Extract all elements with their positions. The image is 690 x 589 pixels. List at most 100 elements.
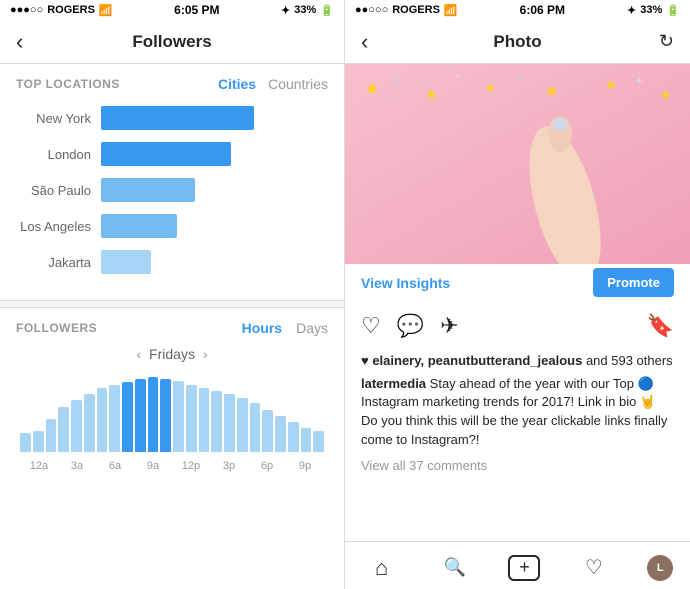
histogram-bar: [160, 379, 171, 452]
signal-dots-right: ●●○○○: [355, 4, 388, 16]
like-icon[interactable]: ♡: [361, 313, 381, 339]
histogram-bar: [122, 382, 133, 452]
histogram-time-label: 6p: [248, 460, 286, 472]
status-bar-carrier-area: ●●●○○ ROGERS 📶: [10, 4, 113, 17]
histogram-bar: [301, 428, 312, 452]
top-locations-header: TOP LOCATIONS Cities Countries: [0, 64, 344, 96]
battery-icon-right: 🔋: [666, 4, 680, 17]
svg-text:✦: ✦: [635, 76, 643, 87]
histogram-bar: [97, 388, 108, 452]
svg-text:★: ★: [545, 83, 558, 100]
carrier-left: ROGERS: [47, 4, 95, 16]
bar-label: Jakarta: [16, 255, 91, 270]
histogram-bar: [58, 407, 69, 452]
caption-area: ♥ elainery, peanutbutterand_jealous and …: [345, 347, 690, 454]
page-title-left: Followers: [132, 32, 211, 52]
svg-text:★: ★: [365, 81, 379, 98]
followers-section: FOLLOWERS Hours Days ‹ Fridays › 12a3a6a…: [0, 308, 344, 480]
tab-hours[interactable]: Hours: [242, 320, 282, 336]
tab-cities[interactable]: Cities: [218, 76, 256, 92]
bar-label: Los Angeles: [16, 219, 91, 234]
photo-area: ★ ✦ ★ ✦ ★ ✦ ★ ✦ ★ ✦ ★: [345, 64, 690, 264]
current-day-label: Fridays: [149, 346, 195, 362]
wifi-icon: 📶: [99, 4, 113, 17]
histogram-time-label: 3a: [58, 460, 96, 472]
next-day-button[interactable]: ›: [203, 346, 208, 362]
histogram-bar: [46, 419, 57, 452]
histogram-bar: [237, 398, 248, 452]
comment-icon[interactable]: 💬: [397, 313, 424, 339]
profile-avatar[interactable]: L: [647, 555, 673, 581]
status-bar-left: ●●●○○ ROGERS 📶 6:05 PM ✦ 33% 🔋: [0, 0, 344, 20]
action-icons-left: ♡ 💬 ✈: [361, 313, 459, 339]
battery-icon-left: 🔋: [320, 4, 334, 17]
bar-fill: [101, 106, 254, 130]
location-tabs: Cities Countries: [218, 76, 328, 92]
carrier-right: ROGERS: [392, 4, 440, 16]
histogram: [16, 372, 328, 452]
left-panel: ●●●○○ ROGERS 📶 6:05 PM ✦ 33% 🔋 ‹ Followe…: [0, 0, 345, 589]
bookmark-icon[interactable]: 🔖: [647, 313, 674, 339]
add-icon[interactable]: +: [508, 555, 540, 581]
histogram-bar: [262, 410, 273, 452]
bar-fill: [101, 250, 151, 274]
top-locations-label: TOP LOCATIONS: [16, 77, 120, 91]
bar-fill: [101, 178, 195, 202]
home-icon[interactable]: ⌂: [362, 555, 402, 581]
battery-left: 33%: [294, 4, 316, 16]
histogram-bar: [288, 422, 299, 452]
page-title-right: Photo: [493, 32, 541, 52]
bar-row: Jakarta: [16, 248, 328, 276]
view-comments-link[interactable]: View all 37 comments: [345, 454, 690, 477]
caption-username[interactable]: latermedia: [361, 376, 426, 391]
svg-text:✦: ✦: [455, 72, 462, 81]
nav-bar-left: ‹ Followers: [0, 20, 344, 64]
histogram-bar: [224, 394, 235, 452]
tab-days[interactable]: Days: [296, 320, 328, 336]
histogram-bar: [148, 377, 159, 452]
heart-icon[interactable]: ♡: [574, 555, 614, 580]
bar-fill: [101, 142, 231, 166]
histogram-time-label: 9p: [286, 460, 324, 472]
action-row: ♡ 💬 ✈ 🔖: [345, 305, 690, 347]
photo-image: ★ ✦ ★ ✦ ★ ✦ ★ ✦ ★ ✦ ★: [345, 64, 690, 264]
svg-text:★: ★: [660, 88, 671, 102]
prev-day-button[interactable]: ‹: [136, 346, 141, 362]
insights-row: View Insights Promote: [345, 264, 690, 305]
bar-row: Los Angeles: [16, 212, 328, 240]
bar-chart: New YorkLondonSão PauloLos AngelesJakart…: [0, 96, 344, 300]
back-button-right[interactable]: ‹: [361, 29, 368, 55]
share-icon[interactable]: ✈: [440, 313, 458, 339]
histogram-bar: [313, 431, 324, 452]
search-icon[interactable]: 🔍: [435, 557, 475, 578]
histogram-time-label: 3p: [210, 460, 248, 472]
battery-area-right: ✦ 33% 🔋: [627, 4, 680, 17]
nav-bar-right: ‹ Photo ↻: [345, 20, 690, 64]
day-navigation: ‹ Fridays ›: [16, 346, 328, 362]
promote-button[interactable]: Promote: [593, 268, 674, 297]
followers-header: FOLLOWERS Hours Days: [16, 320, 328, 336]
signal-dots: ●●●○○: [10, 4, 43, 16]
back-button-left[interactable]: ‹: [16, 29, 23, 55]
tab-countries[interactable]: Countries: [268, 76, 328, 92]
histogram-time-label: 12a: [20, 460, 58, 472]
histogram-bar: [71, 400, 82, 452]
histogram-labels: 12a3a6a9a12p3p6p9p: [16, 456, 328, 472]
section-divider: [0, 300, 344, 308]
svg-text:★: ★: [605, 77, 617, 92]
svg-text:★: ★: [425, 86, 438, 102]
likes-bold: ♥ elainery, peanutbutterand_jealous: [361, 353, 582, 368]
bottom-nav: ⌂ 🔍 + ♡ L: [345, 541, 690, 589]
bar-label: New York: [16, 111, 91, 126]
histogram-bar: [211, 391, 222, 452]
svg-text:✦: ✦: [515, 74, 523, 84]
bar-label: São Paulo: [16, 183, 91, 198]
time-left: 6:05 PM: [174, 3, 219, 17]
histogram-bar: [250, 403, 261, 452]
view-insights-link[interactable]: View Insights: [361, 275, 450, 291]
bar-row: São Paulo: [16, 176, 328, 204]
histogram-bar: [109, 385, 120, 453]
refresh-button[interactable]: ↻: [659, 31, 674, 52]
bluetooth-icon-left: ✦: [281, 4, 290, 17]
status-bar-carrier-right: ●●○○○ ROGERS 📶: [355, 4, 458, 17]
